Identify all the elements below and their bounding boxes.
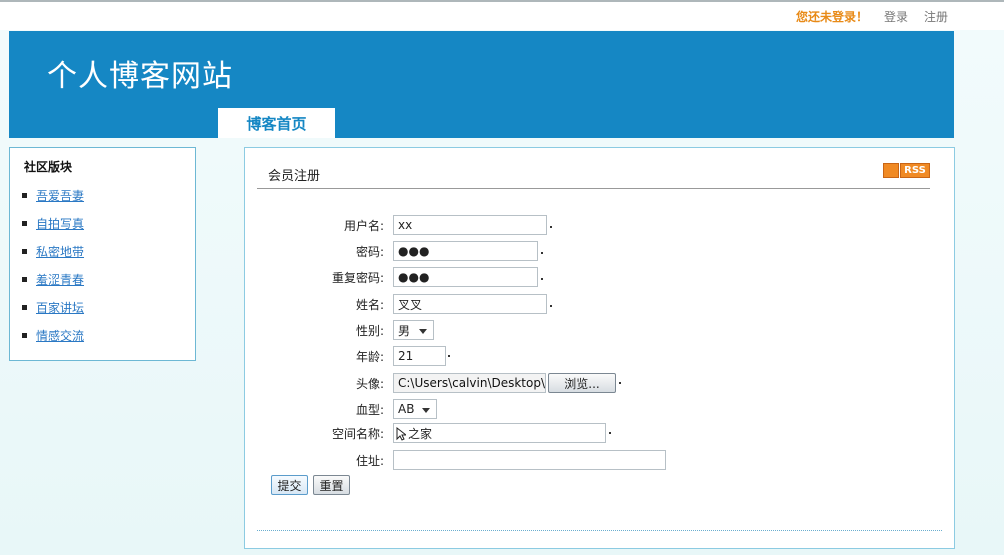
required-dot [448, 355, 450, 357]
panel-divider [257, 188, 930, 189]
site-header: 个人博客网站 博客首页 [9, 31, 954, 138]
bullet-icon [22, 220, 27, 226]
bullet-icon [22, 304, 27, 310]
sidebar-list: 吾爱吾妻 自拍写真 私密地带 羞涩青春 百家讲坛 情感交流 [22, 181, 84, 349]
bullet-icon [22, 276, 27, 282]
form-row-password: 密码: ●●● [245, 240, 954, 262]
rss-badge[interactable]: RSS [883, 163, 930, 178]
address-input[interactable] [393, 450, 666, 470]
age-input[interactable]: 21 [393, 346, 446, 366]
browse-button[interactable]: 浏览... [548, 373, 616, 393]
form-row-confirm-password: 重复密码: ●●● [245, 266, 954, 288]
gender-select[interactable]: 男 [393, 320, 434, 340]
site-title: 个人博客网站 [47, 59, 233, 94]
register-link[interactable]: 注册 [924, 8, 948, 25]
sidebar-item: 情感交流 [22, 321, 84, 349]
avatar-label: 头像: [355, 376, 384, 391]
blood-type-select[interactable]: AB [393, 399, 437, 419]
community-sidebar: 社区版块 吾爱吾妻 自拍写真 私密地带 羞涩青春 百家讲坛 情感交流 [9, 147, 196, 361]
username-label: 用户名: [343, 218, 384, 233]
sidebar-item: 百家讲坛 [22, 293, 84, 321]
sidebar-item: 吾爱吾妻 [22, 181, 84, 209]
sidebar-item: 私密地带 [22, 237, 84, 265]
form-row-space-name: 空间名称: 之家 [245, 422, 954, 444]
tab-blog-home[interactable]: 博客首页 [218, 108, 335, 138]
blood-type-value: AB [398, 402, 415, 416]
form-row-age: 年龄: 21 [245, 345, 954, 367]
form-row-avatar: 头像: C:\Users\calvin\Desktop\1 浏览... [245, 372, 954, 394]
address-label: 住址: [355, 453, 384, 468]
rss-label: RSS [900, 163, 930, 178]
sidebar-item-link[interactable]: 私密地带 [36, 243, 84, 260]
space-name-label: 空间名称: [331, 426, 384, 441]
required-dot [609, 432, 611, 434]
required-dot [550, 305, 552, 307]
username-input[interactable]: xx [393, 215, 547, 235]
space-name-input[interactable]: 之家 [393, 423, 606, 443]
required-dot [619, 382, 621, 384]
gender-value: 男 [398, 323, 411, 338]
login-link[interactable]: 登录 [884, 8, 908, 25]
sidebar-item: 羞涩青春 [22, 265, 84, 293]
bullet-icon [22, 248, 27, 254]
login-warning: 您还未登录！ [795, 9, 868, 24]
blood-type-label: 血型: [355, 402, 384, 417]
bullet-icon [22, 332, 27, 338]
dropdown-caret-icon [422, 408, 430, 413]
gender-label: 性别: [355, 323, 384, 338]
form-row-name: 姓名: 叉叉 [245, 293, 954, 315]
sidebar-item-link[interactable]: 自拍写真 [36, 215, 84, 232]
sidebar-item: 自拍写真 [22, 209, 84, 237]
sidebar-item-link[interactable]: 羞涩青春 [36, 271, 84, 288]
sidebar-item-link[interactable]: 情感交流 [36, 327, 84, 344]
top-border [0, 0, 1004, 2]
form-row-address: 住址: [245, 449, 954, 471]
sidebar-title: 社区版块 [24, 160, 73, 174]
form-row-blood-type: 血型: AB [245, 398, 954, 420]
name-label: 姓名: [355, 297, 384, 312]
required-dot [550, 226, 552, 228]
form-row-gender: 性别: 男 [245, 319, 954, 341]
sidebar-item-link[interactable]: 百家讲坛 [36, 299, 84, 316]
rss-icon [883, 163, 899, 178]
confirm-password-input[interactable]: ●●● [393, 267, 538, 287]
dropdown-caret-icon [419, 329, 427, 334]
reset-button[interactable]: 重置 [313, 475, 350, 495]
registration-panel: 会员注册 RSS 用户名: xx 密码: ●●● 重复密码: ●●● 姓名: 叉… [244, 147, 955, 549]
sidebar-item-link[interactable]: 吾爱吾妻 [36, 187, 84, 204]
password-label: 密码: [355, 244, 384, 259]
password-input[interactable]: ●●● [393, 241, 538, 261]
top-bar: 您还未登录！ 登录 注册 [796, 6, 948, 26]
required-dot [541, 278, 543, 280]
form-row-username: 用户名: xx [245, 214, 954, 236]
confirm-password-label: 重复密码: [331, 270, 384, 285]
required-dot [541, 252, 543, 254]
avatar-file-input[interactable]: C:\Users\calvin\Desktop\1 [393, 373, 546, 393]
submit-button[interactable]: 提交 [271, 475, 308, 495]
bullet-icon [22, 192, 27, 198]
cursor-icon [396, 427, 406, 441]
age-label: 年龄: [355, 349, 384, 364]
bottom-divider [257, 530, 942, 531]
name-input[interactable]: 叉叉 [393, 294, 547, 314]
panel-title: 会员注册 [268, 169, 321, 184]
